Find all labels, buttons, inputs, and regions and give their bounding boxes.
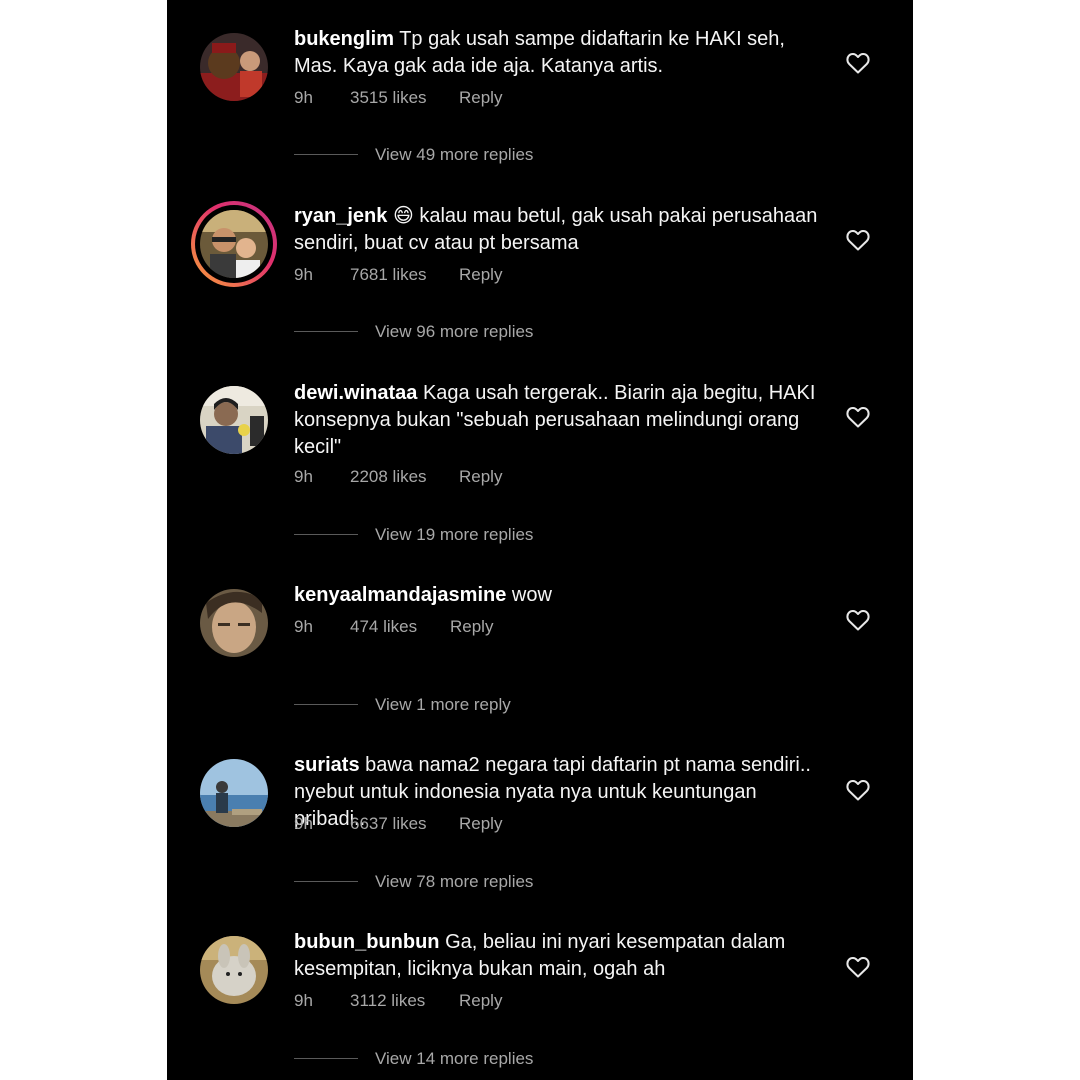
heart-outline-icon[interactable] <box>846 609 870 631</box>
comment-likes[interactable]: 6637 likes <box>350 812 427 836</box>
view-replies-label: View 96 more replies <box>375 322 534 341</box>
comment-time: 9h <box>294 814 313 833</box>
comment-username[interactable]: dewi.winataa <box>294 382 417 404</box>
view-replies-label: View 78 more replies <box>375 872 534 891</box>
comment-likes[interactable]: 7681 likes <box>350 263 427 287</box>
avatar[interactable] <box>200 386 268 454</box>
comment-username[interactable]: bukenglim <box>294 28 394 50</box>
heart-outline-icon[interactable] <box>846 779 870 801</box>
avatar[interactable] <box>200 759 268 827</box>
avatar-photo <box>200 589 268 657</box>
comment-time: 9h <box>294 88 313 107</box>
comment-item: dewi.winataa Kaga usah tergerak.. Biarin… <box>167 354 913 559</box>
comment-username[interactable]: bubun_bunbun <box>294 931 440 953</box>
comment-item: suriats bawa nama2 negara tapi daftarin … <box>167 727 913 907</box>
view-replies-label: View 49 more replies <box>375 145 534 164</box>
heart-outline-icon[interactable] <box>846 406 870 428</box>
comment-text-block: bukenglim Tp gak usah sampe didaftarin k… <box>294 26 824 80</box>
avatar-story-ring[interactable] <box>191 201 277 287</box>
comment-username[interactable]: kenyaalmandajasmine <box>294 584 506 606</box>
view-replies-label: View 1 more reply <box>375 695 511 714</box>
avatar <box>200 210 268 278</box>
comment-text-block: kenyaalmandajasmine wow <box>294 582 824 609</box>
view-replies-label: View 14 more replies <box>375 1049 534 1068</box>
replies-divider <box>294 1058 358 1059</box>
reply-button[interactable]: Reply <box>459 812 502 836</box>
comment-username[interactable]: ryan_jenk <box>294 205 387 227</box>
reply-button[interactable]: Reply <box>459 86 502 110</box>
comment-likes[interactable]: 3112 likes <box>350 989 425 1013</box>
comment-time: 9h <box>294 467 313 486</box>
comment-likes[interactable]: 3515 likes <box>350 86 427 110</box>
comment-time: 9h <box>294 617 313 636</box>
avatar[interactable] <box>200 33 268 101</box>
comment-item: bubun_bunbun Ga, beliau ini nyari kesemp… <box>167 904 913 1080</box>
comment-text-block: dewi.winataa Kaga usah tergerak.. Biarin… <box>294 380 824 461</box>
comment-time: 9h <box>294 991 313 1010</box>
comment-item: kenyaalmandajasmine wow 9h 474 likes Rep… <box>167 557 913 732</box>
view-replies-label: View 19 more replies <box>375 525 534 544</box>
comment-text-block: ryan_jenk 😄 kalau mau betul, gak usah pa… <box>294 203 824 257</box>
avatar-photo <box>200 33 268 101</box>
reply-button[interactable]: Reply <box>459 465 502 489</box>
heart-outline-icon[interactable] <box>846 229 870 251</box>
replies-divider <box>294 154 358 155</box>
comment-username[interactable]: suriats <box>294 754 360 776</box>
heart-outline-icon[interactable] <box>846 52 870 74</box>
reply-button[interactable]: Reply <box>459 989 502 1013</box>
comment-likes[interactable]: 474 likes <box>350 615 417 639</box>
replies-divider <box>294 331 358 332</box>
avatar[interactable] <box>200 936 268 1004</box>
comment-body: wow <box>511 584 552 606</box>
replies-divider <box>294 881 358 882</box>
reply-button[interactable]: Reply <box>459 263 502 287</box>
avatar[interactable] <box>200 589 268 657</box>
reply-button[interactable]: Reply <box>450 615 493 639</box>
comment-item: bukenglim Tp gak usah sampe didaftarin k… <box>167 0 913 180</box>
heart-outline-icon[interactable] <box>846 956 870 978</box>
comments-screen: bukenglim Tp gak usah sampe didaftarin k… <box>167 0 913 1080</box>
avatar-photo <box>200 386 268 454</box>
replies-divider <box>294 704 358 705</box>
comment-likes[interactable]: 2208 likes <box>350 465 427 489</box>
avatar-photo <box>200 759 268 827</box>
avatar-photo <box>200 936 268 1004</box>
avatar-photo <box>200 210 268 278</box>
comment-text-block: bubun_bunbun Ga, beliau ini nyari kesemp… <box>294 929 824 983</box>
comment-time: 9h <box>294 265 313 284</box>
comment-item: ryan_jenk 😄 kalau mau betul, gak usah pa… <box>167 177 913 357</box>
replies-divider <box>294 534 358 535</box>
